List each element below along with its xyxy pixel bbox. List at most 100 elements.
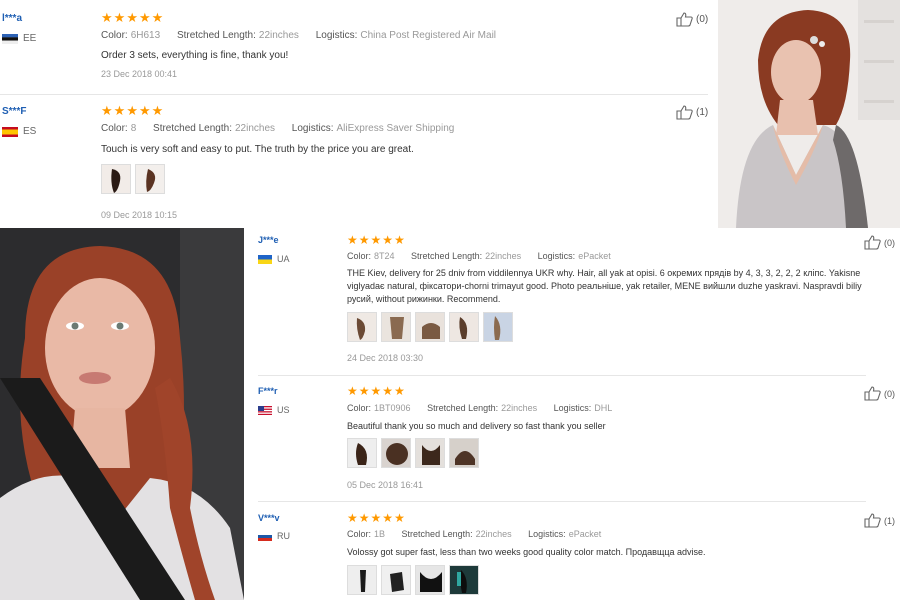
review-photo-thumbnail[interactable] xyxy=(415,312,445,342)
helpful-count: (0) xyxy=(696,14,709,25)
color-label: Color: xyxy=(347,403,372,413)
length-label: Stretched Length: xyxy=(153,123,232,134)
divider xyxy=(0,94,708,95)
logistics-value: DHL xyxy=(594,403,613,413)
divider xyxy=(258,375,866,376)
review-photo-thumbnail[interactable] xyxy=(449,565,479,595)
customer-photo[interactable] xyxy=(718,0,900,228)
customer-photo[interactable] xyxy=(0,228,244,600)
helpful-button[interactable]: (1) xyxy=(864,513,895,528)
review-photo-thumbnail[interactable] xyxy=(381,565,411,595)
reviewer-name[interactable]: S***F xyxy=(2,106,26,117)
helpful-button[interactable]: (0) xyxy=(864,386,895,401)
thumbs-up-icon xyxy=(864,513,881,528)
color-label: Color: xyxy=(347,529,372,539)
helpful-count: (0) xyxy=(884,388,895,399)
star-icon: ★ xyxy=(370,511,382,525)
star-icon: ★ xyxy=(370,384,382,398)
flag-ua-icon xyxy=(258,254,272,264)
review-attributes: Color: 6H613 Stretched Length: 22inches Lo… xyxy=(101,30,510,41)
thumbs-up-icon xyxy=(676,12,693,27)
thumbs-up-icon xyxy=(864,235,881,250)
star-icon: ★ xyxy=(382,384,394,398)
helpful-button[interactable]: (1) xyxy=(676,105,708,120)
logistics-value: ePacket xyxy=(578,251,611,261)
review-photo-thumbnail[interactable] xyxy=(347,438,377,468)
star-icon: ★ xyxy=(101,10,113,25)
review-text: THE Kiev, delivery for 25 dniv from vidd… xyxy=(347,268,862,304)
rating-stars: ★ ★ ★ ★ ★ xyxy=(101,11,163,24)
star-icon: ★ xyxy=(113,103,126,118)
color-value: 8 xyxy=(130,123,137,134)
helpful-button[interactable]: (0) xyxy=(864,235,895,250)
reviewer-name[interactable]: V***v xyxy=(258,513,280,523)
star-icon: ★ xyxy=(382,233,394,247)
length-value: 22inches xyxy=(501,403,538,413)
length-value: 22inches xyxy=(485,251,522,261)
reviewer-name[interactable]: l***a xyxy=(2,13,22,24)
logistics-label: Logistics: xyxy=(528,529,566,539)
length-value: 22inches xyxy=(475,529,512,539)
star-icon: ★ xyxy=(347,233,358,247)
rating-stars: ★ ★ ★ ★ ★ xyxy=(347,385,405,398)
logistics-value: AliExpress Saver Shipping xyxy=(336,123,455,134)
review-photo-thumbnail[interactable] xyxy=(415,438,445,468)
review-text: Beautiful thank you so much and delivery… xyxy=(347,421,606,431)
review-photo-thumbnail[interactable] xyxy=(347,565,377,595)
length-label: Stretched Length: xyxy=(176,30,256,41)
reviewer-name[interactable]: F***r xyxy=(258,386,278,396)
review-photo-thumbnail[interactable] xyxy=(449,438,479,468)
review-attributes: Color: 1B Stretched Length: 22inches Logis… xyxy=(347,529,615,539)
review-photo-thumbnail[interactable] xyxy=(483,312,513,342)
logistics-label: Logistics: xyxy=(553,403,592,413)
review-date: 09 Dec 2018 10:15 xyxy=(101,210,178,220)
star-icon: ★ xyxy=(358,233,370,247)
star-icon: ★ xyxy=(101,103,113,118)
color-label: Color: xyxy=(101,123,128,134)
review-photo-thumbnail[interactable] xyxy=(381,438,411,468)
star-icon: ★ xyxy=(138,103,151,118)
country-code: US xyxy=(277,405,290,415)
flag-ee-icon xyxy=(2,33,18,44)
review-photo-thumbnail[interactable] xyxy=(381,312,411,342)
helpful-button[interactable]: (0) xyxy=(676,12,708,27)
color-label: Color: xyxy=(347,251,372,261)
logistics-label: Logistics: xyxy=(291,123,334,134)
review-photos xyxy=(347,438,479,468)
star-icon: ★ xyxy=(394,511,405,525)
country-code: ES xyxy=(23,126,37,137)
review-photos xyxy=(347,565,479,595)
review-attributes: Color: 1BT0906 Stretched Length: 22inches … xyxy=(347,403,626,413)
review-photo-thumbnail[interactable] xyxy=(415,565,445,595)
star-icon: ★ xyxy=(138,10,151,25)
review-photo-thumbnail[interactable] xyxy=(101,164,131,194)
review-photo-thumbnail[interactable] xyxy=(449,312,479,342)
review-date: 24 Dec 2018 03:30 xyxy=(347,353,424,363)
reviewer-name[interactable]: J***e xyxy=(258,235,279,245)
length-value: 22inches xyxy=(258,30,299,41)
review-photo-thumbnail[interactable] xyxy=(347,312,377,342)
divider xyxy=(258,501,866,502)
thumbs-up-icon xyxy=(676,105,693,120)
reviewer-country: EE xyxy=(2,33,36,44)
star-icon: ★ xyxy=(382,511,394,525)
review-text: Volossy got super fast, less than two we… xyxy=(347,547,706,557)
logistics-label: Logistics: xyxy=(537,251,576,261)
star-icon: ★ xyxy=(126,103,138,118)
star-icon: ★ xyxy=(370,233,382,247)
star-icon: ★ xyxy=(358,384,370,398)
helpful-count: (1) xyxy=(696,107,709,118)
logistics-label: Logistics: xyxy=(315,30,358,41)
star-icon: ★ xyxy=(347,384,358,398)
reviewer-country: ES xyxy=(2,126,36,137)
flag-us-icon xyxy=(258,405,272,415)
flag-es-icon xyxy=(2,126,18,137)
review-photo-thumbnail[interactable] xyxy=(135,164,165,194)
rating-stars: ★ ★ ★ ★ ★ xyxy=(347,512,405,525)
rating-stars: ★ ★ ★ ★ ★ xyxy=(101,104,163,117)
review-panel-top: l***a EE ★ ★ ★ ★ ★ Color: 6H613 Stretched Len… xyxy=(0,0,718,228)
length-label: Stretched Length: xyxy=(401,529,473,539)
reviewer-country: RU xyxy=(258,531,290,541)
helpful-count: (0) xyxy=(884,237,895,248)
length-label: Stretched Length: xyxy=(427,403,499,413)
